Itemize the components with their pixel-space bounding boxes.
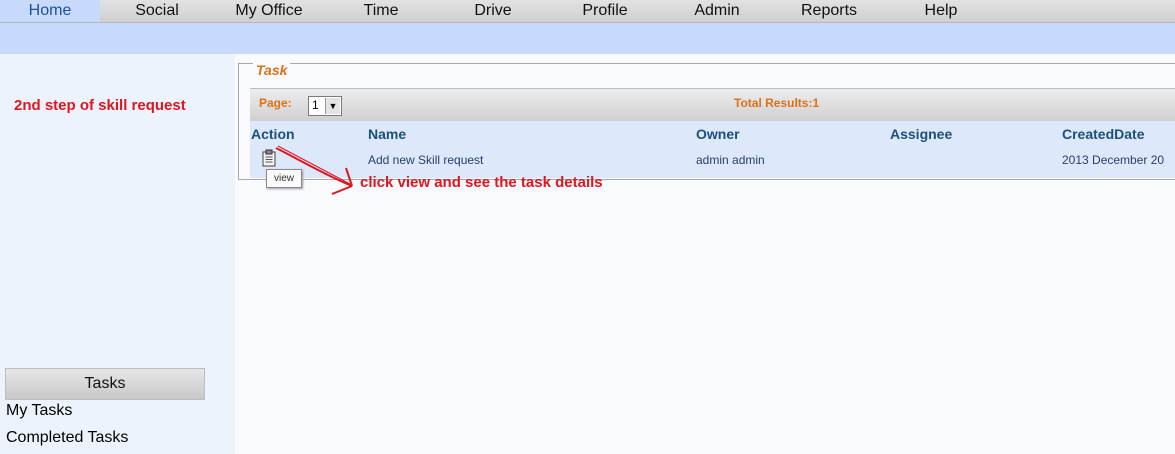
sub-navigation-bar (0, 23, 1175, 54)
column-header-created-date[interactable]: CreatedDate (1062, 126, 1144, 142)
total-results: Total Results:1 (734, 96, 820, 110)
sidebar-link-completed-tasks[interactable]: Completed Tasks (6, 429, 128, 447)
page-select-value: 1 (312, 98, 319, 112)
table-header: Action Name Owner Assignee CreatedDate (250, 121, 1175, 145)
main-content: Task Page: 1 ▼ Total Results:1 Action Na… (235, 54, 1175, 454)
task-name[interactable]: Add new Skill request (368, 153, 483, 167)
nav-social[interactable]: Social (127, 0, 187, 22)
annotation-arrow-icon (275, 145, 353, 195)
pager-bar: Page: 1 ▼ Total Results:1 (250, 88, 1175, 122)
annotation-step-note: 2nd step of skill request (14, 97, 186, 114)
task-panel-legend: Task (253, 62, 291, 78)
tasks-section-header[interactable]: Tasks (5, 368, 205, 400)
column-header-assignee[interactable]: Assignee (890, 126, 952, 142)
column-header-name[interactable]: Name (368, 126, 406, 142)
sidebar-link-my-tasks[interactable]: My Tasks (6, 402, 72, 420)
task-panel: Task Page: 1 ▼ Total Results:1 Action Na… (238, 62, 1175, 180)
nav-reports[interactable]: Reports (795, 0, 863, 22)
nav-profile[interactable]: Profile (575, 0, 635, 22)
chevron-down-icon[interactable]: ▼ (325, 98, 340, 114)
task-owner: admin admin (696, 153, 765, 167)
nav-admin[interactable]: Admin (688, 0, 746, 22)
task-created-date: 2013 December 20 (1062, 153, 1165, 167)
page-label: Page: (259, 96, 292, 110)
top-navigation: Home Social My Office Time Drive Profile… (0, 0, 1175, 23)
nav-help[interactable]: Help (918, 0, 964, 22)
nav-drive[interactable]: Drive (466, 0, 520, 22)
annotation-instruction: click view and see the task details (360, 174, 603, 191)
nav-my-office[interactable]: My Office (228, 0, 310, 22)
nav-home[interactable]: Home (0, 0, 100, 22)
sidebar: 2nd step of skill request Tasks My Tasks… (0, 54, 235, 454)
page-select[interactable]: 1 ▼ (308, 96, 342, 116)
nav-time[interactable]: Time (355, 0, 407, 22)
column-header-owner[interactable]: Owner (696, 126, 740, 142)
